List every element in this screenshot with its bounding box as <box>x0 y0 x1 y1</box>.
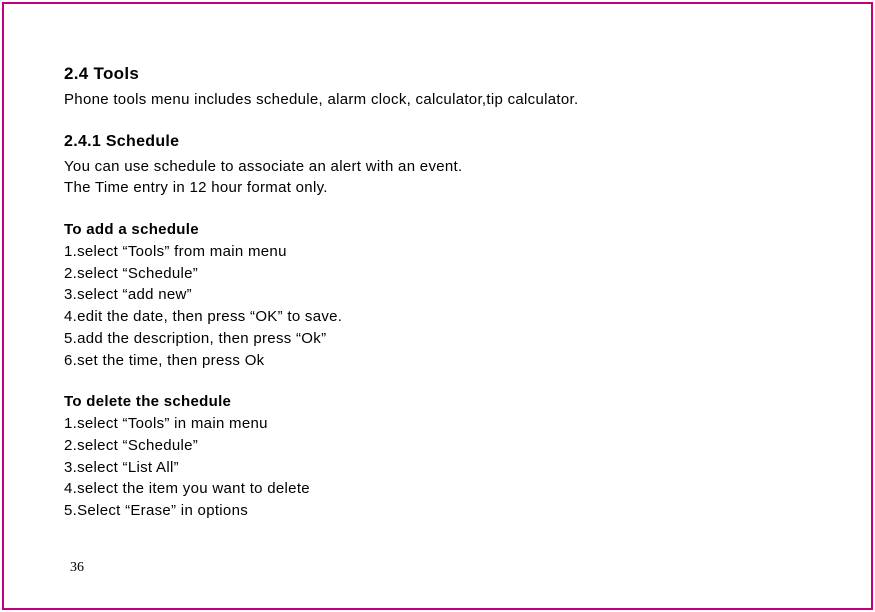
add-step: 2.select “Schedule” <box>64 263 811 285</box>
section-intro: Phone tools menu includes schedule, alar… <box>64 89 811 111</box>
delete-schedule-title: To delete the schedule <box>64 391 811 413</box>
page-number: 36 <box>70 560 84 576</box>
delete-step: 4.select the item you want to delete <box>64 478 811 500</box>
section-heading: 2.4 Tools <box>64 62 811 87</box>
delete-step: 1.select “Tools” in main menu <box>64 413 811 435</box>
delete-step: 5.Select “Erase” in options <box>64 500 811 522</box>
subsection-line: The Time entry in 12 hour format only. <box>64 177 811 199</box>
add-step: 5.add the description, then press “Ok” <box>64 328 811 350</box>
add-step: 4.edit the date, then press “OK” to save… <box>64 306 811 328</box>
subsection-heading: 2.4.1 Schedule <box>64 130 811 153</box>
delete-step: 2.select “Schedule” <box>64 435 811 457</box>
add-step: 3.select “add new” <box>64 284 811 306</box>
subsection-line: You can use schedule to associate an ale… <box>64 156 811 178</box>
document-content: 2.4 Tools Phone tools menu includes sche… <box>64 62 811 522</box>
delete-step: 3.select “List All” <box>64 457 811 479</box>
add-step: 1.select “Tools” from main menu <box>64 241 811 263</box>
add-schedule-title: To add a schedule <box>64 219 811 241</box>
add-step: 6.set the time, then press Ok <box>64 350 811 372</box>
